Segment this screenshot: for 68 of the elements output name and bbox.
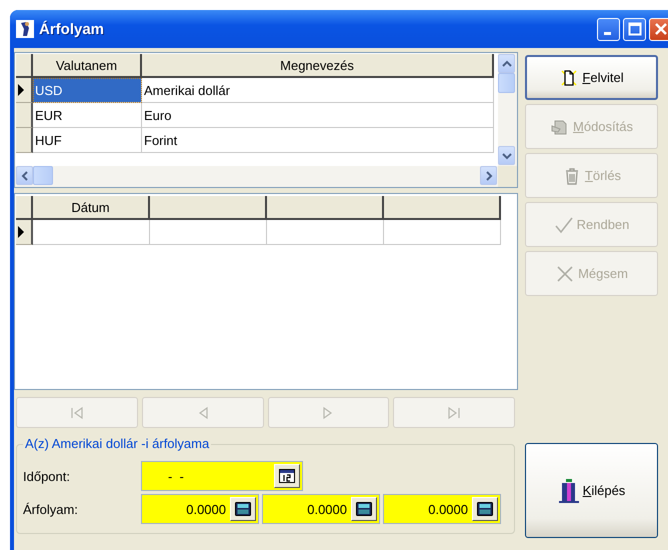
minimize-button[interactable] <box>597 18 620 40</box>
vertical-scrollbar[interactable] <box>498 53 517 166</box>
chevron-up-icon <box>502 60 512 68</box>
group-title: A(z) Amerikai dollár -i árfolyama <box>23 436 212 451</box>
column-header[interactable]: Dátum <box>33 196 150 220</box>
table-cell[interactable] <box>33 220 150 245</box>
calendar-icon[interactable] <box>274 464 300 488</box>
cross-icon <box>555 264 576 284</box>
table-cell[interactable]: Amerikai dollár <box>142 78 494 103</box>
scroll-thumb[interactable] <box>33 166 53 185</box>
calculator-icon[interactable] <box>230 497 256 521</box>
maximize-button[interactable] <box>623 18 646 40</box>
field-label: Árfolyam: <box>23 502 79 516</box>
field-value: 0.0000 <box>185 502 227 516</box>
table-cell[interactable]: EUR <box>33 103 142 128</box>
app-icon <box>16 20 34 38</box>
exit-button[interactable]: Kilépés <box>525 443 658 538</box>
calculator-icon[interactable] <box>351 497 377 521</box>
table-cell[interactable] <box>384 220 501 245</box>
date-field[interactable]: - - <box>141 461 303 491</box>
close-button[interactable] <box>649 18 668 40</box>
scroll-down-button[interactable] <box>498 146 515 165</box>
current-row-icon <box>18 84 24 96</box>
new-document-icon <box>559 68 580 88</box>
check-icon <box>554 214 574 234</box>
rate-field[interactable]: 0.0000 <box>383 494 501 524</box>
scroll-right-button[interactable] <box>480 166 497 185</box>
scroll-thumb[interactable] <box>498 73 515 93</box>
minimize-icon <box>604 32 610 34</box>
column-header[interactable]: Valutanem <box>33 54 142 78</box>
door-icon <box>558 478 580 504</box>
maximize-icon <box>628 22 642 36</box>
new-button[interactable]: Felvitel <box>525 55 658 100</box>
scrollbar-corner <box>498 166 517 187</box>
table-cell[interactable]: Euro <box>142 103 494 128</box>
column-header[interactable] <box>267 196 384 220</box>
table-cell[interactable] <box>267 220 384 245</box>
field-value: - - <box>167 468 185 484</box>
field-value: 0.0000 <box>306 502 348 516</box>
field-label: Időpont: <box>23 468 71 484</box>
header-corner <box>16 54 33 78</box>
row-indicator[interactable] <box>16 128 33 153</box>
close-icon <box>654 22 668 36</box>
rate-field[interactable]: 0.0000 <box>262 494 380 524</box>
scroll-left-button[interactable] <box>16 166 33 185</box>
row-indicator[interactable] <box>16 103 33 128</box>
table-cell[interactable]: HUF <box>33 128 142 153</box>
current-row-icon <box>18 226 24 238</box>
table-cell[interactable]: USD <box>33 78 142 103</box>
first-arrow-icon <box>68 406 85 420</box>
table-cell[interactable] <box>150 220 267 245</box>
column-header[interactable]: Megnevezés <box>142 54 494 78</box>
column-header[interactable] <box>384 196 501 220</box>
chevron-right-icon <box>484 170 492 180</box>
row-indicator[interactable] <box>16 220 33 245</box>
chevron-down-icon <box>502 152 512 160</box>
last-arrow-icon <box>446 406 462 420</box>
row-indicator[interactable] <box>16 78 33 103</box>
table-cell[interactable]: Forint <box>142 128 494 153</box>
column-header[interactable] <box>150 196 267 220</box>
horizontal-scrollbar[interactable] <box>15 166 498 187</box>
field-value: 0.0000 <box>427 502 469 516</box>
scroll-up-button[interactable] <box>498 54 515 73</box>
window-title: Árfolyam <box>39 20 106 38</box>
rate-field[interactable]: 0.0000 <box>141 494 259 524</box>
calculator-icon[interactable] <box>472 497 498 521</box>
chevron-left-icon <box>20 170 28 180</box>
header-corner <box>16 196 33 220</box>
